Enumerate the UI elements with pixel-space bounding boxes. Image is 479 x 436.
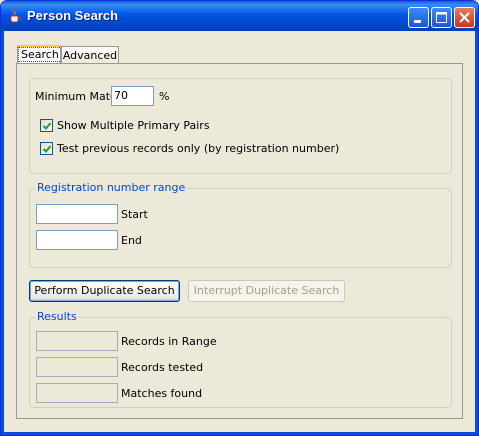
registration-range-group: Registration number range Start End <box>29 181 452 268</box>
matches-found-label: Matches found <box>121 387 203 400</box>
search-tab-panel: Minimum Match 70 % Show Multiple Primary… <box>16 63 463 419</box>
matches-found-field <box>36 383 118 403</box>
records-in-range-label: Records in Range <box>121 335 217 348</box>
tab-search-label: Search <box>18 47 62 62</box>
title-bar[interactable]: Person Search <box>1 1 478 31</box>
test-previous-label: Test previous records only (by registrat… <box>57 142 340 155</box>
tab-search[interactable]: Search <box>17 45 62 64</box>
interrupt-duplicate-search-button[interactable]: Interrupt Duplicate Search <box>188 280 345 302</box>
records-in-range-field <box>36 331 118 351</box>
close-icon <box>459 12 470 23</box>
window-border-right <box>475 31 478 435</box>
registration-range-title: Registration number range <box>35 181 188 194</box>
show-multiple-label: Show Multiple Primary Pairs <box>57 119 210 132</box>
records-tested-field <box>36 357 118 377</box>
min-match-input[interactable]: 70 <box>111 86 154 106</box>
minimize-icon <box>414 20 421 23</box>
start-label: Start <box>121 208 148 221</box>
match-options-group: Minimum Match 70 % Show Multiple Primary… <box>29 78 452 174</box>
results-group: Results Records in Range Records tested … <box>29 310 452 408</box>
checkmark-icon <box>42 145 52 153</box>
min-match-unit: % <box>159 90 170 103</box>
test-previous-checkbox[interactable] <box>40 142 53 155</box>
window-border-bottom <box>1 432 478 435</box>
results-title: Results <box>35 310 79 323</box>
maximize-button[interactable] <box>431 7 452 28</box>
maximize-icon <box>436 12 447 23</box>
window-title: Person Search <box>27 8 119 23</box>
checkmark-icon <box>42 122 52 130</box>
perform-duplicate-search-button[interactable]: Perform Duplicate Search <box>29 280 180 302</box>
end-input[interactable] <box>36 230 118 250</box>
java-cup-icon <box>10 9 22 23</box>
close-button[interactable] <box>454 7 475 28</box>
min-match-label: Minimum Match <box>35 90 124 103</box>
show-multiple-checkbox[interactable] <box>40 119 53 132</box>
end-label: End <box>121 234 142 247</box>
person-search-window: Person Search Search Advanced Minimum Ma… <box>0 0 479 436</box>
window-border-left <box>1 31 4 435</box>
tab-advanced[interactable]: Advanced <box>61 46 119 64</box>
records-tested-label: Records tested <box>121 361 204 374</box>
minimize-button[interactable] <box>408 7 429 28</box>
start-input[interactable] <box>36 204 118 224</box>
tab-advanced-label: Advanced <box>62 49 118 62</box>
